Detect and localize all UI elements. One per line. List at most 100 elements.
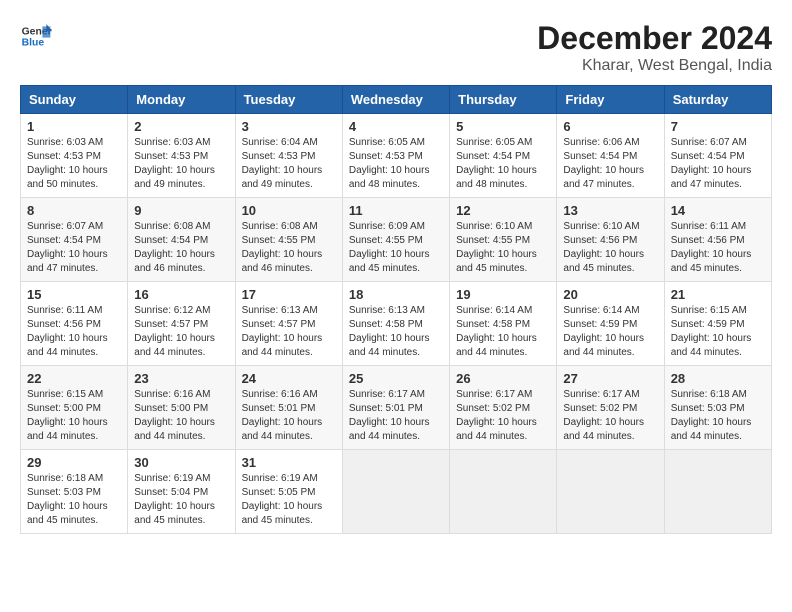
day-number: 1 bbox=[27, 119, 121, 134]
day-info: Sunrise: 6:05 AM Sunset: 4:54 PM Dayligh… bbox=[456, 136, 550, 192]
day-number: 22 bbox=[27, 371, 121, 386]
day-info: Sunrise: 6:03 AM Sunset: 4:53 PM Dayligh… bbox=[27, 136, 121, 192]
day-info: Sunrise: 6:15 AM Sunset: 4:59 PM Dayligh… bbox=[671, 304, 765, 360]
calendar-day-cell: 24 Sunrise: 6:16 AM Sunset: 5:01 PM Dayl… bbox=[235, 366, 342, 450]
calendar-day-cell: 2 Sunrise: 6:03 AM Sunset: 4:53 PM Dayli… bbox=[128, 114, 235, 198]
calendar-day-cell: 30 Sunrise: 6:19 AM Sunset: 5:04 PM Dayl… bbox=[128, 450, 235, 534]
day-info: Sunrise: 6:14 AM Sunset: 4:58 PM Dayligh… bbox=[456, 304, 550, 360]
day-info: Sunrise: 6:14 AM Sunset: 4:59 PM Dayligh… bbox=[563, 304, 657, 360]
calendar-day-cell bbox=[557, 450, 664, 534]
day-number: 31 bbox=[242, 455, 336, 470]
day-info: Sunrise: 6:17 AM Sunset: 5:01 PM Dayligh… bbox=[349, 388, 443, 444]
col-saturday: Saturday bbox=[664, 86, 771, 114]
calendar-day-cell: 23 Sunrise: 6:16 AM Sunset: 5:00 PM Dayl… bbox=[128, 366, 235, 450]
calendar-day-cell: 22 Sunrise: 6:15 AM Sunset: 5:00 PM Dayl… bbox=[21, 366, 128, 450]
col-tuesday: Tuesday bbox=[235, 86, 342, 114]
calendar-day-cell: 9 Sunrise: 6:08 AM Sunset: 4:54 PM Dayli… bbox=[128, 198, 235, 282]
calendar-week-row: 8 Sunrise: 6:07 AM Sunset: 4:54 PM Dayli… bbox=[21, 198, 772, 282]
calendar-day-cell: 26 Sunrise: 6:17 AM Sunset: 5:02 PM Dayl… bbox=[450, 366, 557, 450]
month-title: December 2024 bbox=[537, 20, 772, 57]
day-info: Sunrise: 6:17 AM Sunset: 5:02 PM Dayligh… bbox=[563, 388, 657, 444]
day-info: Sunrise: 6:11 AM Sunset: 4:56 PM Dayligh… bbox=[27, 304, 121, 360]
day-number: 17 bbox=[242, 287, 336, 302]
calendar-day-cell bbox=[342, 450, 449, 534]
day-info: Sunrise: 6:08 AM Sunset: 4:55 PM Dayligh… bbox=[242, 220, 336, 276]
day-info: Sunrise: 6:16 AM Sunset: 5:00 PM Dayligh… bbox=[134, 388, 228, 444]
day-number: 29 bbox=[27, 455, 121, 470]
day-info: Sunrise: 6:09 AM Sunset: 4:55 PM Dayligh… bbox=[349, 220, 443, 276]
day-info: Sunrise: 6:18 AM Sunset: 5:03 PM Dayligh… bbox=[27, 472, 121, 528]
day-info: Sunrise: 6:13 AM Sunset: 4:57 PM Dayligh… bbox=[242, 304, 336, 360]
day-number: 9 bbox=[134, 203, 228, 218]
day-info: Sunrise: 6:16 AM Sunset: 5:01 PM Dayligh… bbox=[242, 388, 336, 444]
calendar-week-row: 29 Sunrise: 6:18 AM Sunset: 5:03 PM Dayl… bbox=[21, 450, 772, 534]
calendar-day-cell: 25 Sunrise: 6:17 AM Sunset: 5:01 PM Dayl… bbox=[342, 366, 449, 450]
day-info: Sunrise: 6:10 AM Sunset: 4:56 PM Dayligh… bbox=[563, 220, 657, 276]
calendar-day-cell: 6 Sunrise: 6:06 AM Sunset: 4:54 PM Dayli… bbox=[557, 114, 664, 198]
calendar-day-cell: 27 Sunrise: 6:17 AM Sunset: 5:02 PM Dayl… bbox=[557, 366, 664, 450]
day-info: Sunrise: 6:10 AM Sunset: 4:55 PM Dayligh… bbox=[456, 220, 550, 276]
calendar-day-cell bbox=[664, 450, 771, 534]
day-number: 8 bbox=[27, 203, 121, 218]
calendar-day-cell: 19 Sunrise: 6:14 AM Sunset: 4:58 PM Dayl… bbox=[450, 282, 557, 366]
calendar-day-cell: 4 Sunrise: 6:05 AM Sunset: 4:53 PM Dayli… bbox=[342, 114, 449, 198]
day-number: 20 bbox=[563, 287, 657, 302]
calendar-day-cell: 12 Sunrise: 6:10 AM Sunset: 4:55 PM Dayl… bbox=[450, 198, 557, 282]
day-number: 14 bbox=[671, 203, 765, 218]
day-number: 21 bbox=[671, 287, 765, 302]
calendar-day-cell: 11 Sunrise: 6:09 AM Sunset: 4:55 PM Dayl… bbox=[342, 198, 449, 282]
calendar-day-cell: 15 Sunrise: 6:11 AM Sunset: 4:56 PM Dayl… bbox=[21, 282, 128, 366]
day-info: Sunrise: 6:06 AM Sunset: 4:54 PM Dayligh… bbox=[563, 136, 657, 192]
col-monday: Monday bbox=[128, 86, 235, 114]
calendar-day-cell: 5 Sunrise: 6:05 AM Sunset: 4:54 PM Dayli… bbox=[450, 114, 557, 198]
day-info: Sunrise: 6:08 AM Sunset: 4:54 PM Dayligh… bbox=[134, 220, 228, 276]
day-info: Sunrise: 6:19 AM Sunset: 5:04 PM Dayligh… bbox=[134, 472, 228, 528]
calendar-day-cell: 16 Sunrise: 6:12 AM Sunset: 4:57 PM Dayl… bbox=[128, 282, 235, 366]
day-number: 2 bbox=[134, 119, 228, 134]
day-info: Sunrise: 6:04 AM Sunset: 4:53 PM Dayligh… bbox=[242, 136, 336, 192]
calendar-day-cell bbox=[450, 450, 557, 534]
day-number: 18 bbox=[349, 287, 443, 302]
calendar-day-cell: 10 Sunrise: 6:08 AM Sunset: 4:55 PM Dayl… bbox=[235, 198, 342, 282]
location: Kharar, West Bengal, India bbox=[537, 57, 772, 75]
day-number: 28 bbox=[671, 371, 765, 386]
day-info: Sunrise: 6:17 AM Sunset: 5:02 PM Dayligh… bbox=[456, 388, 550, 444]
col-sunday: Sunday bbox=[21, 86, 128, 114]
day-info: Sunrise: 6:07 AM Sunset: 4:54 PM Dayligh… bbox=[27, 220, 121, 276]
day-number: 19 bbox=[456, 287, 550, 302]
calendar-day-cell: 21 Sunrise: 6:15 AM Sunset: 4:59 PM Dayl… bbox=[664, 282, 771, 366]
day-number: 25 bbox=[349, 371, 443, 386]
calendar-day-cell: 31 Sunrise: 6:19 AM Sunset: 5:05 PM Dayl… bbox=[235, 450, 342, 534]
calendar-table: Sunday Monday Tuesday Wednesday Thursday… bbox=[20, 85, 772, 534]
logo: General Blue bbox=[20, 20, 52, 52]
day-number: 3 bbox=[242, 119, 336, 134]
day-number: 15 bbox=[27, 287, 121, 302]
calendar-day-cell: 14 Sunrise: 6:11 AM Sunset: 4:56 PM Dayl… bbox=[664, 198, 771, 282]
day-info: Sunrise: 6:18 AM Sunset: 5:03 PM Dayligh… bbox=[671, 388, 765, 444]
day-info: Sunrise: 6:12 AM Sunset: 4:57 PM Dayligh… bbox=[134, 304, 228, 360]
day-info: Sunrise: 6:05 AM Sunset: 4:53 PM Dayligh… bbox=[349, 136, 443, 192]
page-header: General Blue December 2024 Kharar, West … bbox=[20, 20, 772, 75]
col-wednesday: Wednesday bbox=[342, 86, 449, 114]
title-area: December 2024 Kharar, West Bengal, India bbox=[537, 20, 772, 75]
calendar-day-cell: 18 Sunrise: 6:13 AM Sunset: 4:58 PM Dayl… bbox=[342, 282, 449, 366]
day-number: 5 bbox=[456, 119, 550, 134]
day-info: Sunrise: 6:11 AM Sunset: 4:56 PM Dayligh… bbox=[671, 220, 765, 276]
day-number: 23 bbox=[134, 371, 228, 386]
day-number: 12 bbox=[456, 203, 550, 218]
day-info: Sunrise: 6:15 AM Sunset: 5:00 PM Dayligh… bbox=[27, 388, 121, 444]
day-number: 30 bbox=[134, 455, 228, 470]
day-number: 13 bbox=[563, 203, 657, 218]
day-number: 27 bbox=[563, 371, 657, 386]
calendar-day-cell: 28 Sunrise: 6:18 AM Sunset: 5:03 PM Dayl… bbox=[664, 366, 771, 450]
calendar-day-cell: 7 Sunrise: 6:07 AM Sunset: 4:54 PM Dayli… bbox=[664, 114, 771, 198]
calendar-day-cell: 17 Sunrise: 6:13 AM Sunset: 4:57 PM Dayl… bbox=[235, 282, 342, 366]
col-thursday: Thursday bbox=[450, 86, 557, 114]
day-number: 7 bbox=[671, 119, 765, 134]
day-number: 10 bbox=[242, 203, 336, 218]
day-info: Sunrise: 6:03 AM Sunset: 4:53 PM Dayligh… bbox=[134, 136, 228, 192]
day-number: 11 bbox=[349, 203, 443, 218]
calendar-day-cell: 13 Sunrise: 6:10 AM Sunset: 4:56 PM Dayl… bbox=[557, 198, 664, 282]
day-number: 4 bbox=[349, 119, 443, 134]
logo-icon: General Blue bbox=[20, 20, 52, 52]
